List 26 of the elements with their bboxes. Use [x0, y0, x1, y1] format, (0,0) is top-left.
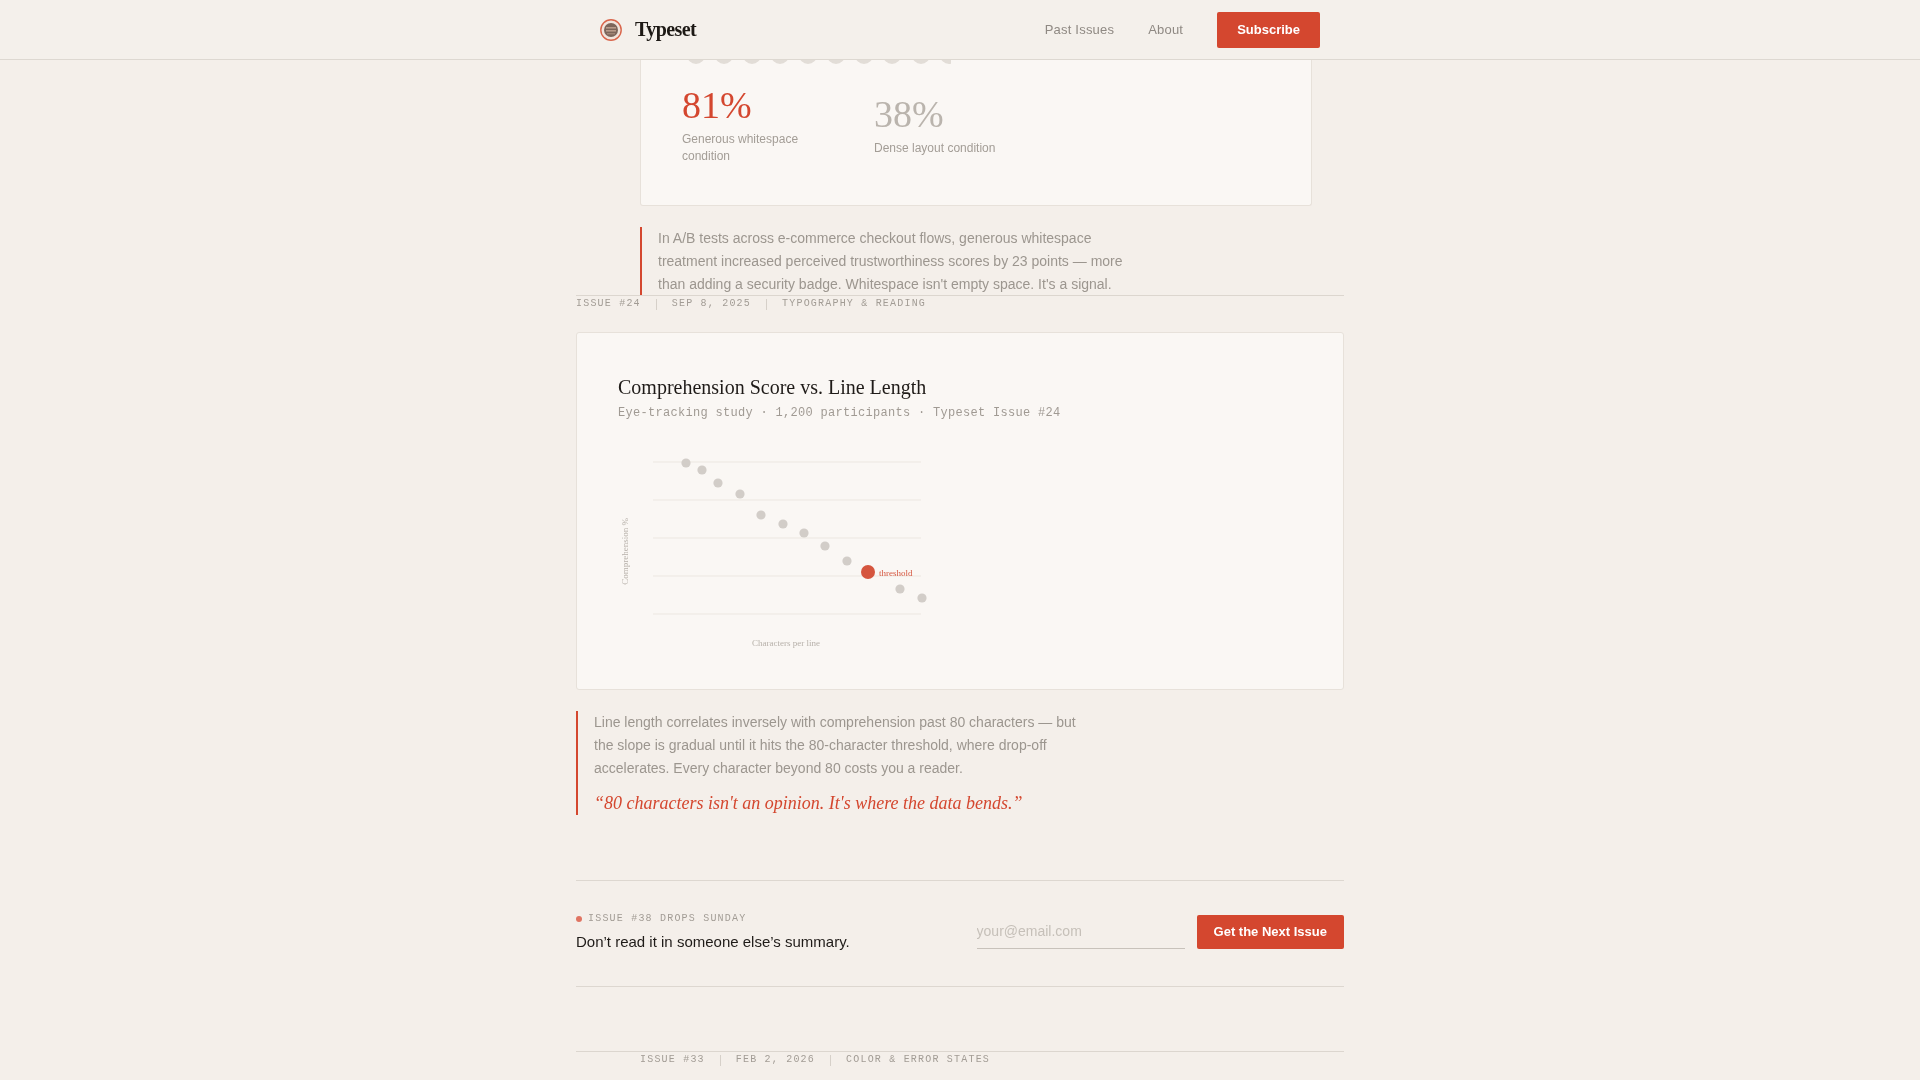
- callout-text: In A/B tests across e-commerce checkout flows, generous whitespace treatment increased perceived trustworthiness scores by 23 points — more than adding a security badge. Whitespace isn't empty space. It's a signal.: [658, 229, 1124, 294]
- issue-meta-text: SEP 8, 2025: [671, 297, 752, 311]
- nav-link[interactable]: Past Issues: [1044, 22, 1115, 37]
- brand-name: Typeset: [635, 18, 696, 41]
- issue-meta-text: ISSUE #24: [576, 297, 641, 311]
- status-dot-icon: [576, 916, 582, 922]
- stat-value: 81%: [682, 86, 753, 124]
- nav-link[interactable]: About: [1148, 22, 1184, 37]
- issue-meta-text: ISSUE #33: [640, 1053, 705, 1067]
- stat-label: Generous whitespace condition: [682, 131, 800, 165]
- issue-meta-text: TYPOGRAPHY & READING: [782, 297, 927, 311]
- insight-text: Line length correlates inversely with comprehension past 80 characters — but the slope is gradual until it hits the 80-character threshold, where drop-off accelerates. Every character beyond 80 costs you a reader.: [594, 713, 1077, 778]
- y-axis-label: Comprehension %: [620, 518, 631, 585]
- chart-title: Comprehension Score vs. Line Length: [618, 375, 928, 399]
- logo-icon: [600, 18, 622, 41]
- signup-headline: Don’t read it in someone else’s summary.: [576, 933, 850, 951]
- stat-label: Dense layout condition: [874, 139, 997, 157]
- chart-subtitle: Eye-tracking study · 1,200 participants · Typeset Issue #24: [618, 405, 1062, 421]
- issue-meta-text: COLOR & ERROR STATES: [846, 1053, 991, 1067]
- stat-value: 38%: [874, 94, 945, 133]
- signup-eyebrow: ISSUE #38 DROPS SUNDAY: [588, 912, 747, 926]
- issue-meta-text: FEB 2, 2026: [735, 1053, 816, 1067]
- pull-quote: “80 characters isn't an opinion. It's where the data bends.”: [594, 792, 1024, 815]
- subscribe-button[interactable]: Subscribe: [1217, 11, 1320, 48]
- get-next-issue-button[interactable]: Get the Next Issue: [1196, 914, 1344, 949]
- x-axis-label: Characters per line: [752, 638, 820, 649]
